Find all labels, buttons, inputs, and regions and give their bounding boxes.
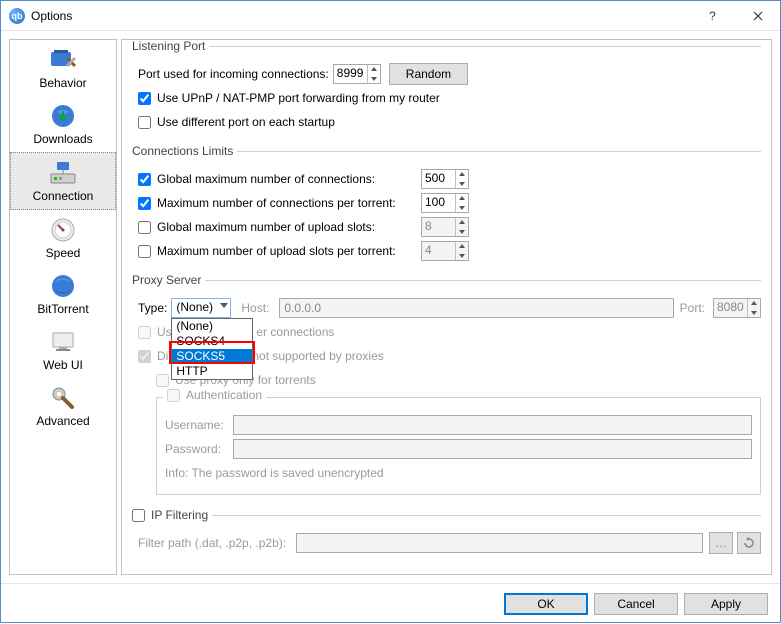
downloads-icon	[49, 102, 77, 130]
upnp-label[interactable]: Use UPnP / NAT-PMP port forwarding from …	[157, 91, 440, 105]
content-pane: Listening Port Port used for incoming co…	[121, 39, 772, 575]
bittorrent-icon	[49, 272, 77, 300]
auth-checkbox	[167, 389, 180, 402]
sidebar-item-downloads[interactable]: Downloads	[10, 96, 116, 152]
auth-title: Authentication	[186, 388, 262, 402]
group-title: IP Filtering	[128, 508, 212, 522]
max-upload-torrent-input: 4	[421, 241, 469, 261]
auth-username-input	[233, 415, 752, 435]
advanced-icon	[49, 384, 77, 412]
reload-button	[737, 532, 761, 554]
sidebar-item-label: Advanced	[10, 414, 116, 428]
sidebar-item-label: Connection	[11, 189, 115, 203]
sidebar-item-behavior[interactable]: Behavior	[10, 40, 116, 96]
sidebar-item-label: Behavior	[10, 76, 116, 90]
proxy-peer-checkbox	[138, 326, 151, 339]
ok-button[interactable]: OK	[504, 593, 588, 615]
dialog-footer: OK Cancel Apply	[1, 583, 780, 624]
proxy-peer-label-end: er connections	[256, 325, 334, 339]
apply-button[interactable]: Apply	[684, 593, 768, 615]
group-proxy-server: Proxy Server Type: (None) (None) SOCKS4 …	[132, 280, 761, 505]
auth-password-input	[233, 439, 752, 459]
ipfilter-checkbox[interactable]	[132, 509, 145, 522]
behavior-icon	[49, 46, 77, 74]
random-button[interactable]: Random	[389, 63, 468, 85]
sidebar-item-label: BitTorrent	[10, 302, 116, 316]
proxy-type-dropdown[interactable]: (None) SOCKS4 SOCKS5 HTTP	[171, 318, 253, 380]
group-ip-filtering: IP Filtering Filter path (.dat, .p2p, .p…	[132, 515, 761, 562]
close-button[interactable]	[735, 1, 780, 31]
proxy-option-socks4[interactable]: SOCKS4	[172, 334, 252, 349]
connection-icon	[49, 159, 77, 187]
sidebar-item-label: Speed	[10, 246, 116, 260]
proxy-option-none[interactable]: (None)	[172, 319, 252, 334]
port-input[interactable]: 8999	[333, 64, 381, 84]
proxy-disable-label-end: not supported by proxies	[252, 349, 383, 363]
sidebar-item-webui[interactable]: Web UI	[10, 322, 116, 378]
diffport-label[interactable]: Use different port on each startup	[157, 115, 335, 129]
proxy-option-http[interactable]: HTTP	[172, 364, 252, 379]
proxy-disable-checkbox	[138, 350, 151, 363]
options-window: qb Options ? Behavior Downloads Connecti…	[0, 0, 781, 623]
sidebar: Behavior Downloads Connection Speed BitT…	[9, 39, 117, 575]
titlebar: qb Options ?	[1, 1, 780, 31]
upnp-checkbox[interactable]	[138, 92, 151, 105]
group-connections-limits: Connections Limits Global maximum number…	[132, 151, 761, 270]
diffport-checkbox[interactable]	[138, 116, 151, 129]
port-label: Port used for incoming connections:	[138, 67, 329, 81]
cancel-button[interactable]: Cancel	[594, 593, 678, 615]
chevron-down-icon	[220, 303, 228, 308]
browse-button: …	[709, 532, 733, 554]
max-conn-torrent-checkbox[interactable]	[138, 197, 151, 210]
filter-path-label: Filter path (.dat, .p2p, .p2b):	[138, 536, 286, 550]
webui-icon	[49, 328, 77, 356]
proxy-host-label: Host:	[241, 301, 269, 315]
filter-path-input	[296, 533, 703, 553]
proxy-option-socks5[interactable]: SOCKS5	[172, 349, 252, 364]
group-title: Listening Port	[128, 39, 209, 53]
sidebar-item-speed[interactable]: Speed	[10, 210, 116, 266]
app-icon: qb	[9, 8, 25, 24]
sidebar-item-bittorrent[interactable]: BitTorrent	[10, 266, 116, 322]
proxy-type-select[interactable]: (None) (None) SOCKS4 SOCKS5 HTTP	[171, 298, 231, 318]
proxy-type-label: Type:	[138, 301, 167, 315]
close-icon	[753, 11, 763, 21]
help-button[interactable]: ?	[690, 1, 735, 31]
speed-icon	[49, 216, 77, 244]
auth-username-label: Username:	[165, 418, 229, 432]
max-upload-torrent-label[interactable]: Maximum number of upload slots per torre…	[157, 244, 417, 258]
auth-password-label: Password:	[165, 442, 229, 456]
reload-icon	[743, 537, 755, 549]
proxy-torrents-only-checkbox	[156, 374, 169, 387]
global-max-upload-checkbox[interactable]	[138, 221, 151, 234]
sidebar-item-label: Downloads	[10, 132, 116, 146]
global-max-conn-label[interactable]: Global maximum number of connections:	[157, 172, 417, 186]
global-max-upload-label[interactable]: Global maximum number of upload slots:	[157, 220, 417, 234]
sidebar-item-advanced[interactable]: Advanced	[10, 378, 116, 434]
sidebar-item-label: Web UI	[10, 358, 116, 372]
group-authentication: Authentication Username: Password: Info:…	[156, 397, 761, 495]
max-upload-torrent-checkbox[interactable]	[138, 245, 151, 258]
proxy-host-input	[279, 298, 673, 318]
sidebar-item-connection[interactable]: Connection	[10, 152, 116, 210]
group-title: Proxy Server	[128, 273, 205, 287]
global-max-upload-input: 8	[421, 217, 469, 237]
global-max-conn-input[interactable]: 500	[421, 169, 469, 189]
max-conn-torrent-label[interactable]: Maximum number of connections per torren…	[157, 196, 417, 210]
max-conn-torrent-input[interactable]: 100	[421, 193, 469, 213]
proxy-port-input: 8080	[713, 298, 761, 318]
group-listening-port: Listening Port Port used for incoming co…	[132, 46, 761, 141]
global-max-conn-checkbox[interactable]	[138, 173, 151, 186]
window-title: Options	[31, 9, 690, 23]
group-title: Connections Limits	[128, 144, 237, 158]
auth-info: Info: The password is saved unencrypted	[165, 466, 384, 480]
proxy-port-label: Port:	[680, 301, 705, 315]
